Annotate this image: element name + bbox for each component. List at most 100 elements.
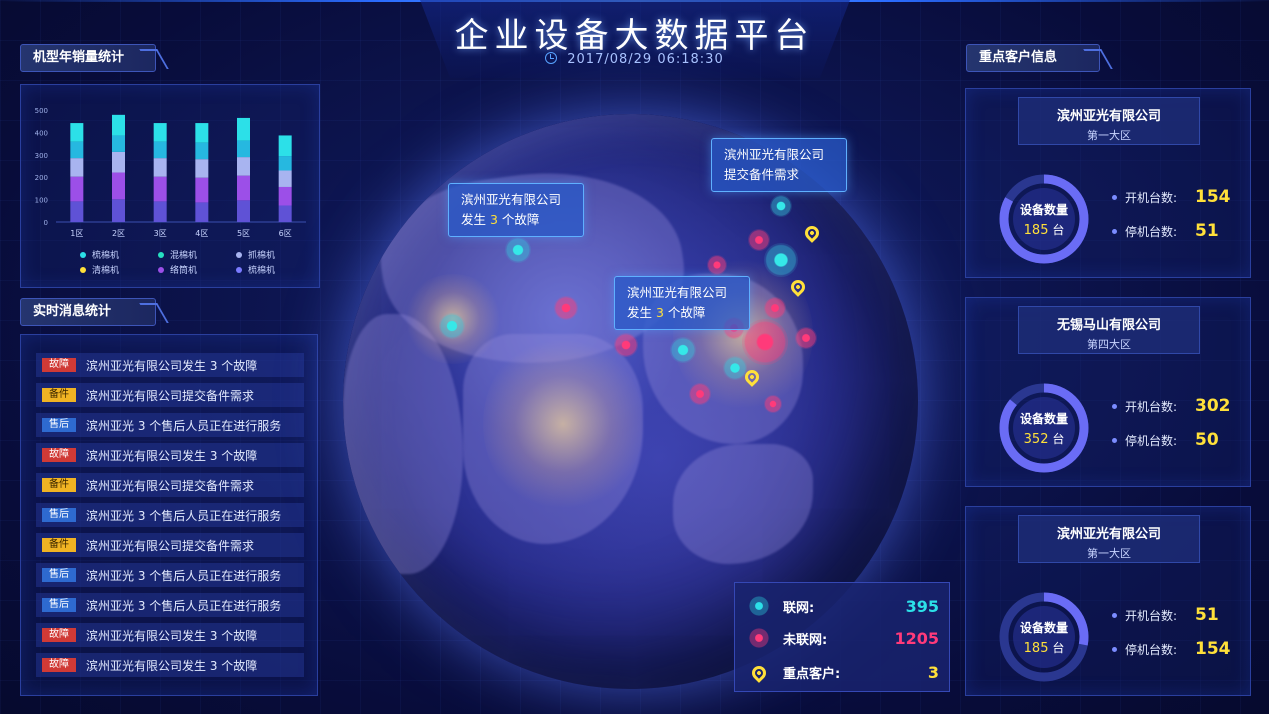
map-marker-offline[interactable] [707,255,727,275]
message-row[interactable]: 备件 滨州亚光有限公司提交备件需求 [36,533,304,557]
y-tick-label: 300 [35,152,48,160]
legend-dot [236,266,242,273]
message-row[interactable]: 售后 滨州亚光 3 个售后人员正在进行服务 [36,563,304,587]
bar-segment[interactable] [70,201,84,222]
section-title-sales: 机型年销量统计 [20,44,156,72]
bar-segment[interactable] [153,158,167,177]
map-marker-online[interactable] [505,237,531,263]
message-row[interactable]: 故障 滨州亚光有限公司发生 3 个故障 [36,353,304,377]
bar-segment[interactable] [278,205,292,222]
running-count-row: 开机台数: 154 [1112,187,1242,207]
message-badge: 备件 [42,388,76,402]
city-lights-india [483,334,643,514]
bar-segment[interactable] [153,141,167,159]
map-marker-offline[interactable] [748,229,770,251]
bar-segment[interactable] [112,172,125,200]
map-marker-offline[interactable] [795,327,817,349]
donut-label: 设备数量 352 台 [996,380,1092,476]
message-text: 滨州亚光 3 个售后人员正在进行服务 [86,598,282,613]
donut-title: 设备数量 [1019,621,1068,635]
bar-segment[interactable] [112,199,125,222]
map-marker-offline[interactable] [689,383,711,405]
bar-segment[interactable] [112,151,125,173]
legend-item: 混棉机 [158,248,197,261]
bar-segment[interactable] [153,123,167,142]
y-tick-label: 0 [44,219,48,227]
map-marker-online[interactable] [764,243,798,277]
stopped-count-row: 停机台数: 51 [1112,221,1242,241]
bar-segment[interactable] [195,202,209,222]
tooltip-company: 滨州亚光有限公司 [461,192,562,207]
customer-card[interactable]: 无锡马山有限公司 第四大区 设备数量 352 台 开机台数: 302 停机台数: 50 [965,297,1251,487]
tooltip-detail: 提交备件需求 [724,167,800,182]
map-marker-offline[interactable] [554,296,578,320]
bar-segment[interactable] [278,135,292,157]
bar-segment[interactable] [237,117,250,141]
message-badge: 售后 [42,508,76,522]
bar-segment[interactable] [70,176,84,202]
tooltip-detail: 发生 3 个故障 [461,212,540,227]
bar-segment[interactable] [237,140,250,158]
bar-segment[interactable] [112,114,125,136]
map-marker-offline[interactable] [614,333,638,357]
message-row[interactable]: 备件 滨州亚光有限公司提交备件需求 [36,473,304,497]
message-badge: 故障 [42,658,76,672]
message-badge: 售后 [42,598,76,612]
message-row[interactable]: 备件 滨州亚光有限公司提交备件需求 [36,383,304,407]
bar-segment[interactable] [153,176,167,202]
bar-segment[interactable] [70,123,84,142]
bar-segment[interactable] [278,170,292,187]
y-tick-label: 100 [35,197,48,205]
customer-card[interactable]: 滨州亚光有限公司 第一大区 设备数量 185 台 开机台数: 154 停机台数: 51 [965,88,1251,278]
map-marker-online[interactable] [723,356,747,380]
bar-segment[interactable] [195,159,209,178]
legend-dot [80,266,86,273]
stat-key-customer: 重点客户: 3 [749,659,939,685]
bar-segment[interactable] [278,156,292,171]
bar-segment[interactable] [237,157,250,176]
pin-icon [749,662,769,683]
bar-segment[interactable] [278,186,292,206]
map-marker-online[interactable] [770,195,792,217]
stat-online: 联网: 395 [749,593,939,619]
donut-title: 设备数量 [1019,203,1068,217]
map-marker-offline[interactable] [764,395,782,413]
bar-segment[interactable] [237,175,250,201]
bar-segment[interactable] [70,141,84,159]
map-tooltip: 滨州亚光有限公司 提交备件需求 [711,138,847,192]
bar-segment[interactable] [70,158,84,177]
customer-card[interactable]: 滨州亚光有限公司 第一大区 设备数量 185 台 开机台数: 51 停机台数: 154 [965,506,1251,696]
bar-segment[interactable] [153,201,167,222]
bullet-dot [1112,403,1117,409]
bullet-dot [1112,228,1117,234]
message-text: 滨州亚光有限公司提交备件需求 [86,478,255,493]
message-row[interactable]: 故障 滨州亚光有限公司发生 3 个故障 [36,653,304,677]
message-text: 滨州亚光有限公司发生 3 个故障 [86,448,258,463]
message-row[interactable]: 售后 滨州亚光 3 个售后人员正在进行服务 [36,413,304,437]
section-title-customers: 重点客户信息 [966,44,1100,72]
bar-segment[interactable] [195,123,209,143]
y-tick-label: 200 [35,174,48,182]
legend-label: 混棉机 [170,251,198,261]
legend-dot [158,251,164,258]
message-text: 滨州亚光 3 个售后人员正在进行服务 [86,568,282,583]
map-marker-offline[interactable] [764,297,786,319]
offline-dot-icon [749,628,769,648]
running-value: 302 [1195,396,1231,416]
map-marker-online[interactable] [670,337,696,363]
legend-dot [158,266,164,273]
bar-segment[interactable] [195,177,209,203]
x-tick-label: 1区 [70,229,83,238]
message-row[interactable]: 售后 滨州亚光 3 个售后人员正在进行服务 [36,503,304,527]
bar-segment[interactable] [195,142,209,160]
legend-label: 清棉机 [92,266,120,276]
message-row[interactable]: 故障 滨州亚光有限公司发生 3 个故障 [36,623,304,647]
legend-item: 梳棉机 [236,263,275,276]
bar-segment[interactable] [237,200,250,222]
bar-segment[interactable] [112,135,125,152]
x-tick-label: 6区 [279,229,292,238]
map-marker-online[interactable] [439,313,465,339]
stopped-value: 154 [1195,639,1231,659]
message-row[interactable]: 故障 滨州亚光有限公司发生 3 个故障 [36,443,304,467]
message-row[interactable]: 售后 滨州亚光 3 个售后人员正在进行服务 [36,593,304,617]
